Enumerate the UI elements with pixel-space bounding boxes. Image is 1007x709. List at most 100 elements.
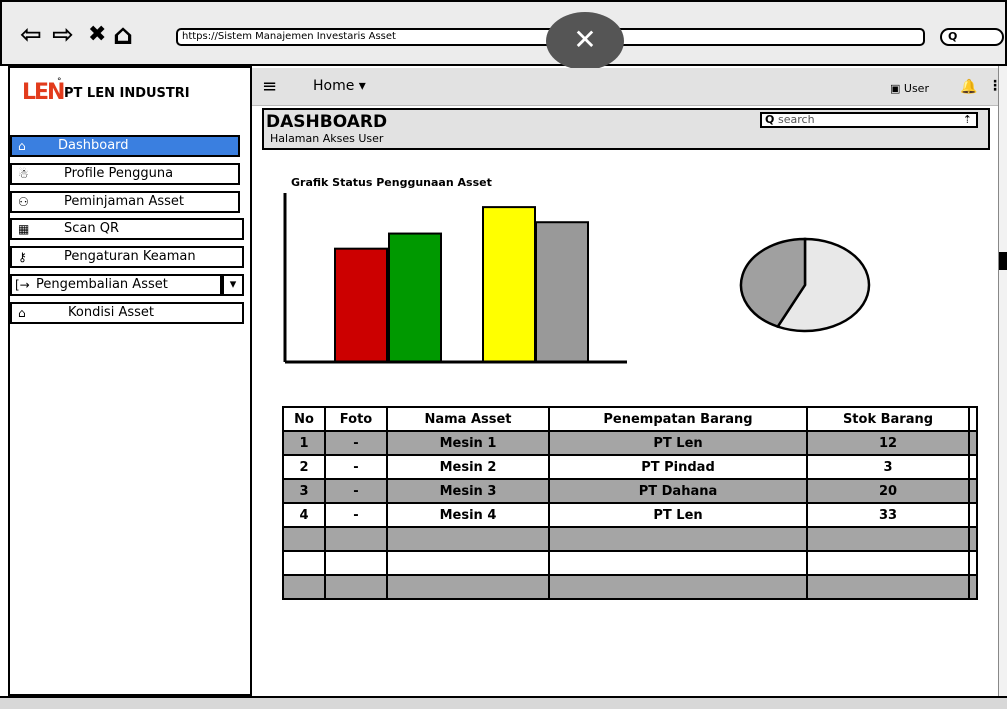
sidebar-item-label: Pengaturan Keaman xyxy=(64,249,196,264)
sidebar xyxy=(8,66,252,696)
sidebar-item-pengembalian[interactable]: [→ Pengembalian Asset xyxy=(10,274,222,296)
pie-chart xyxy=(739,237,871,333)
home-icon[interactable]: ⌂ xyxy=(113,21,133,49)
building-icon: ⌂ xyxy=(18,306,26,320)
table-cell: PT Pindad xyxy=(548,454,808,480)
overlay-close-button[interactable]: ✕ xyxy=(546,12,624,70)
sidebar-item-kondisi[interactable]: ⌂ Kondisi Asset xyxy=(10,302,244,324)
table-cell xyxy=(548,550,808,576)
column-header-penempatan: Penempatan Barang xyxy=(548,406,808,432)
table-cell: - xyxy=(324,478,388,504)
browser-search-field[interactable]: Q xyxy=(940,28,1004,46)
logo-registered-mark: ° xyxy=(57,77,62,87)
forward-arrow-icon[interactable]: ⇨ xyxy=(52,22,74,48)
table-cell: 1 xyxy=(282,430,326,456)
table-row: 2- Mesin 2 PT Pindad 3 xyxy=(282,454,978,480)
table-cell xyxy=(386,574,550,600)
sidebar-item-label: Dashboard xyxy=(58,138,129,153)
column-header-scroll xyxy=(968,406,978,432)
table-cell xyxy=(282,550,326,576)
table-cell: PT Dahana xyxy=(548,478,808,504)
asset-table: No Foto Nama Asset Penempatan Barang Sto… xyxy=(282,406,978,600)
bar-chart xyxy=(283,193,627,364)
table-cell: Mesin 2 xyxy=(386,454,550,480)
chart-bar xyxy=(388,232,442,363)
table-row xyxy=(282,574,978,600)
sidebar-item-label: Scan QR xyxy=(64,221,120,236)
table-cell xyxy=(548,574,808,600)
company-name: PT LEN INDUSTRI xyxy=(64,86,190,101)
table-cell: - xyxy=(324,454,388,480)
table-cell xyxy=(282,526,326,552)
table-cell xyxy=(806,574,970,600)
user-menu[interactable]: ▣ User xyxy=(890,82,929,95)
hamburger-menu-icon[interactable]: ≡ xyxy=(262,76,277,97)
sidebar-item-label: Pengembalian Asset xyxy=(36,277,168,292)
table-cell-scroll xyxy=(968,454,978,480)
table-cell: - xyxy=(324,502,388,528)
sidebar-item-label: Peminjaman Asset xyxy=(64,194,185,209)
table-header-row: No Foto Nama Asset Penempatan Barang Sto… xyxy=(282,406,978,432)
table-cell-scroll xyxy=(968,502,978,528)
search-icon: Q xyxy=(765,113,775,126)
column-header-stok: Stok Barang xyxy=(806,406,970,432)
table-cell xyxy=(806,550,970,576)
sidebar-item-peminjaman[interactable]: ⚇ Peminjaman Asset xyxy=(10,191,240,213)
table-cell xyxy=(548,526,808,552)
table-row: 1- Mesin 1 PT Len 12 xyxy=(282,430,978,456)
table-cell xyxy=(806,526,970,552)
table-cell: 2 xyxy=(282,454,326,480)
pengembalian-dropdown-button[interactable]: ▾ xyxy=(222,274,244,296)
search-submit-icon[interactable]: ⇡ xyxy=(963,114,972,126)
table-cell xyxy=(324,526,388,552)
sidebar-item-dashboard[interactable]: ⌂ Dashboard xyxy=(10,135,240,157)
column-header-nama: Nama Asset xyxy=(386,406,550,432)
table-cell xyxy=(324,574,388,600)
table-row: 3- Mesin 3 PT Dahana 20 xyxy=(282,478,978,504)
table-cell: Mesin 3 xyxy=(386,478,550,504)
sidebar-item-pengaturan[interactable]: ⚷ Pengaturan Keaman xyxy=(10,246,244,268)
page-title: DASHBOARD xyxy=(266,112,388,132)
table-cell: PT Len xyxy=(548,502,808,528)
table-row: 4- Mesin 4 PT Len 33 xyxy=(282,502,978,528)
table-cell xyxy=(282,574,326,600)
table-cell xyxy=(386,550,550,576)
sidebar-item-profile[interactable]: ☃ Profile Pengguna xyxy=(10,163,240,185)
return-icon: [→ xyxy=(15,278,30,292)
table-cell: 12 xyxy=(806,430,970,456)
chart-bar xyxy=(535,221,589,363)
sidebar-item-label: Kondisi Asset xyxy=(68,305,154,320)
search-input[interactable]: Q search ⇡ xyxy=(760,112,978,128)
back-arrow-icon[interactable]: ⇦ xyxy=(20,22,42,48)
table-cell xyxy=(386,526,550,552)
table-cell: PT Len xyxy=(548,430,808,456)
table-cell-scroll xyxy=(968,574,978,600)
table-cell: Mesin 1 xyxy=(386,430,550,456)
table-cell: 4 xyxy=(282,502,326,528)
table-cell xyxy=(324,550,388,576)
table-cell: 20 xyxy=(806,478,970,504)
sidebar-item-scan-qr[interactable]: ▦ Scan QR xyxy=(10,218,244,240)
search-placeholder: search xyxy=(778,113,815,126)
key-icon: ⚷ xyxy=(18,250,27,264)
qr-icon: ▦ xyxy=(18,222,30,236)
table-cell-scroll xyxy=(968,430,978,456)
home-menu-dropdown[interactable]: Home ▾ xyxy=(313,78,366,94)
footer-bar xyxy=(0,696,1007,709)
vertical-scrollbar[interactable] xyxy=(998,66,1007,696)
person-icon: ☃ xyxy=(18,167,29,181)
bell-icon[interactable]: 🔔 xyxy=(960,79,977,95)
table-cell: 3 xyxy=(806,454,970,480)
table-cell: Mesin 4 xyxy=(386,502,550,528)
chart-bar xyxy=(334,247,388,364)
table-row xyxy=(282,526,978,552)
group-icon: ⚇ xyxy=(18,195,29,209)
table-cell-scroll xyxy=(968,550,978,576)
table-cell-scroll xyxy=(968,526,978,552)
scrollbar-thumb[interactable] xyxy=(999,252,1007,270)
column-header-no: No xyxy=(282,406,326,432)
table-cell-scroll xyxy=(968,478,978,504)
sidebar-item-label: Profile Pengguna xyxy=(64,166,174,181)
stop-icon[interactable]: ✖ xyxy=(88,22,106,48)
table-row xyxy=(282,550,978,576)
